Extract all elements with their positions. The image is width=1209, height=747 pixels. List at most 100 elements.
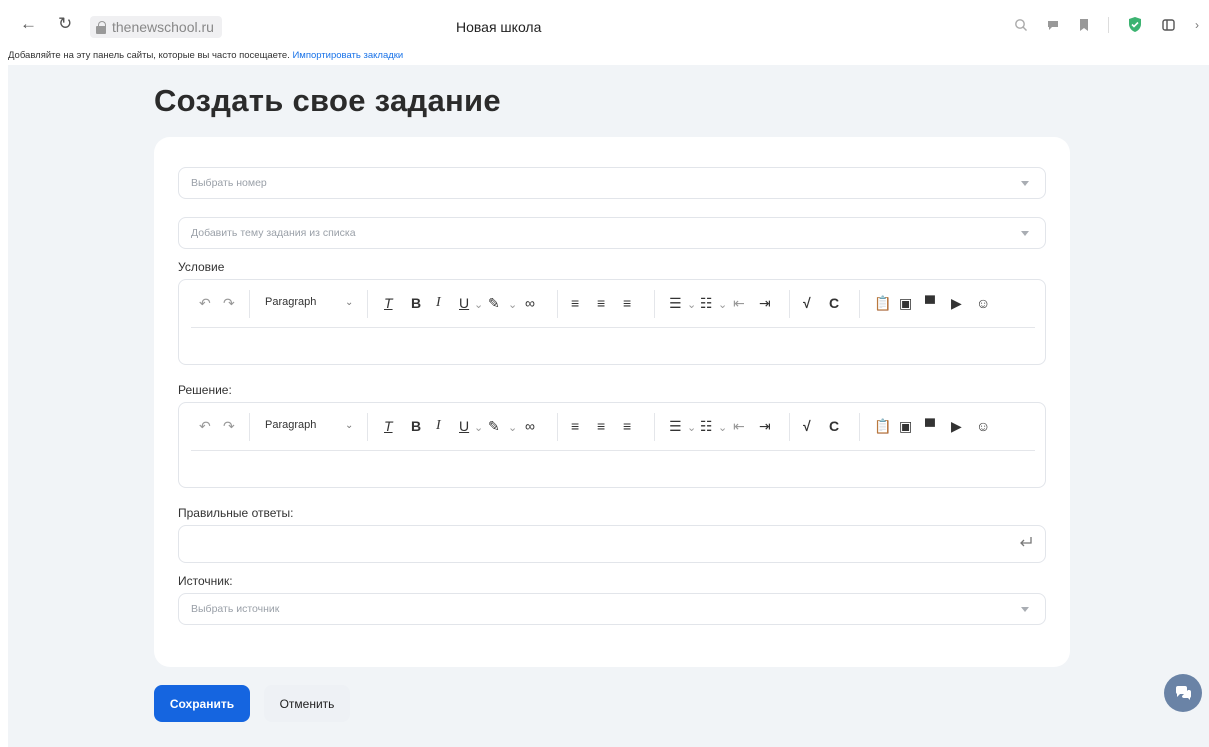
sqrt-icon[interactable]: √	[803, 294, 811, 312]
chemistry-icon[interactable]: C	[829, 294, 839, 312]
condition-label: Условие	[178, 260, 225, 274]
select-number-placeholder: Выбрать номер	[191, 177, 267, 189]
media-icon[interactable]: ▶	[951, 417, 962, 435]
undo-icon[interactable]: ↶	[199, 294, 211, 312]
bold-icon[interactable]: B	[411, 294, 421, 312]
bullet-list-icon[interactable]: ☰	[669, 294, 682, 312]
emoji-icon[interactable]: ☺	[976, 417, 990, 435]
redo-icon[interactable]: ↷	[223, 294, 235, 312]
back-arrow-icon[interactable]: ←	[20, 15, 37, 32]
link-icon[interactable]: ∞	[525, 294, 535, 312]
toolbar-divider	[1108, 16, 1109, 33]
numbered-list-icon[interactable]: ☷	[700, 294, 713, 312]
answers-label: Правильные ответы:	[178, 506, 294, 520]
underline-icon[interactable]: U	[459, 417, 469, 435]
bookmark-prompt: Добавляйте на эту панель сайты, которые …	[8, 50, 290, 61]
solution-editor-body[interactable]	[191, 453, 1035, 487]
browser-toolbar: ← ↻ thenewschool.ru Новая школа ›	[0, 0, 1209, 46]
format-painter-icon[interactable]: ▀	[925, 294, 935, 312]
highlight-icon[interactable]: ✎	[488, 417, 500, 435]
editor-toolbar: ↶ ↷ Paragraph ⌄ T B I U ⌄ ✎ ⌄ ∞ ≡ ≡ ≡ ☰	[191, 280, 1035, 328]
italic-icon[interactable]: I	[436, 417, 441, 435]
outdent-icon[interactable]: ⇤	[733, 294, 745, 312]
select-topic-dropdown[interactable]: Добавить тему задания из списка	[178, 217, 1046, 249]
align-center-icon[interactable]: ≡	[597, 417, 605, 435]
import-bookmarks-link[interactable]: Импортировать закладки	[292, 50, 403, 61]
chevron-down-icon	[1021, 607, 1029, 612]
extensions-icon[interactable]	[1161, 17, 1177, 33]
align-center-icon[interactable]: ≡	[597, 294, 605, 312]
italic-icon[interactable]: I	[436, 294, 441, 312]
condition-editor-body[interactable]	[191, 330, 1035, 364]
cancel-button[interactable]: Отменить	[264, 685, 350, 722]
format-painter-icon[interactable]: ▀	[925, 417, 935, 435]
chat-button[interactable]	[1164, 674, 1202, 712]
outdent-icon[interactable]: ⇤	[733, 417, 745, 435]
toolbar-separator	[789, 290, 790, 318]
bold-icon[interactable]: B	[411, 417, 421, 435]
align-left-icon[interactable]: ≡	[571, 417, 579, 435]
chevron-down-icon	[1021, 181, 1029, 186]
chevron-down-icon[interactable]: ⌄	[718, 296, 727, 314]
toolbar-separator	[859, 290, 860, 318]
align-left-icon[interactable]: ≡	[571, 294, 579, 312]
chevron-down-icon[interactable]: ⌄	[687, 296, 696, 314]
chevron-down-icon[interactable]: ⌄	[345, 420, 353, 431]
underline-icon[interactable]: U	[459, 294, 469, 312]
clear-format-icon[interactable]: T	[384, 417, 393, 435]
bookmark-icon[interactable]	[1078, 18, 1090, 32]
solution-editor: ↶ ↷ Paragraph ⌄ T B I U ⌄ ✎ ⌄ ∞ ≡ ≡ ≡ ☰	[178, 402, 1046, 488]
paste-icon[interactable]: 📋	[874, 417, 891, 435]
select-source-placeholder: Выбрать источник	[191, 603, 280, 615]
correct-answers-input[interactable]	[178, 525, 1046, 563]
select-source-dropdown[interactable]: Выбрать источник	[178, 593, 1046, 625]
sqrt-icon[interactable]: √	[803, 417, 811, 435]
select-number-dropdown[interactable]: Выбрать номер	[178, 167, 1046, 199]
chevron-down-icon[interactable]: ⌄	[508, 419, 517, 437]
indent-icon[interactable]: ⇥	[759, 294, 771, 312]
paragraph-format-select[interactable]: Paragraph	[265, 296, 316, 308]
toolbar-separator	[557, 290, 558, 318]
chevron-down-icon	[1021, 231, 1029, 236]
chevron-down-icon[interactable]: ⌄	[718, 419, 727, 437]
media-icon[interactable]: ▶	[951, 294, 962, 312]
paste-icon[interactable]: 📋	[874, 294, 891, 312]
emoji-icon[interactable]: ☺	[976, 294, 990, 312]
url-text: thenewschool.ru	[112, 19, 214, 35]
search-icon[interactable]	[1014, 18, 1028, 32]
bullet-list-icon[interactable]: ☰	[669, 417, 682, 435]
browser-tools: ›	[1014, 16, 1199, 33]
chat-bubble-icon	[1175, 686, 1192, 700]
save-button[interactable]: Сохранить	[154, 685, 250, 722]
chemistry-icon[interactable]: C	[829, 417, 839, 435]
link-icon[interactable]: ∞	[525, 417, 535, 435]
image-icon[interactable]: ▣	[899, 417, 912, 435]
page-content: Создать свое задание Выбрать номер Добав…	[8, 65, 1209, 747]
shield-icon[interactable]	[1127, 16, 1143, 33]
image-icon[interactable]: ▣	[899, 294, 912, 312]
toolbar-separator	[654, 413, 655, 441]
chevron-down-icon[interactable]: ⌄	[687, 419, 696, 437]
more-chevron-icon[interactable]: ›	[1195, 18, 1199, 32]
align-right-icon[interactable]: ≡	[623, 294, 631, 312]
undo-icon[interactable]: ↶	[199, 417, 211, 435]
lock-icon	[96, 20, 106, 34]
align-right-icon[interactable]: ≡	[623, 417, 631, 435]
paragraph-format-select[interactable]: Paragraph	[265, 419, 316, 431]
toolbar-separator	[789, 413, 790, 441]
toolbar-separator	[654, 290, 655, 318]
redo-icon[interactable]: ↷	[223, 417, 235, 435]
reload-icon[interactable]: ↻	[58, 15, 72, 32]
chevron-down-icon[interactable]: ⌄	[345, 297, 353, 308]
chevron-down-icon[interactable]: ⌄	[474, 419, 483, 437]
indent-icon[interactable]: ⇥	[759, 417, 771, 435]
address-bar[interactable]: thenewschool.ru	[90, 16, 222, 38]
comment-icon[interactable]	[1046, 18, 1060, 32]
chevron-down-icon[interactable]: ⌄	[508, 296, 517, 314]
enter-icon[interactable]	[1019, 536, 1033, 548]
numbered-list-icon[interactable]: ☷	[700, 417, 713, 435]
chevron-down-icon[interactable]: ⌄	[474, 296, 483, 314]
page-tab-title: Новая школа	[456, 19, 542, 35]
highlight-icon[interactable]: ✎	[488, 294, 500, 312]
clear-format-icon[interactable]: T	[384, 294, 393, 312]
